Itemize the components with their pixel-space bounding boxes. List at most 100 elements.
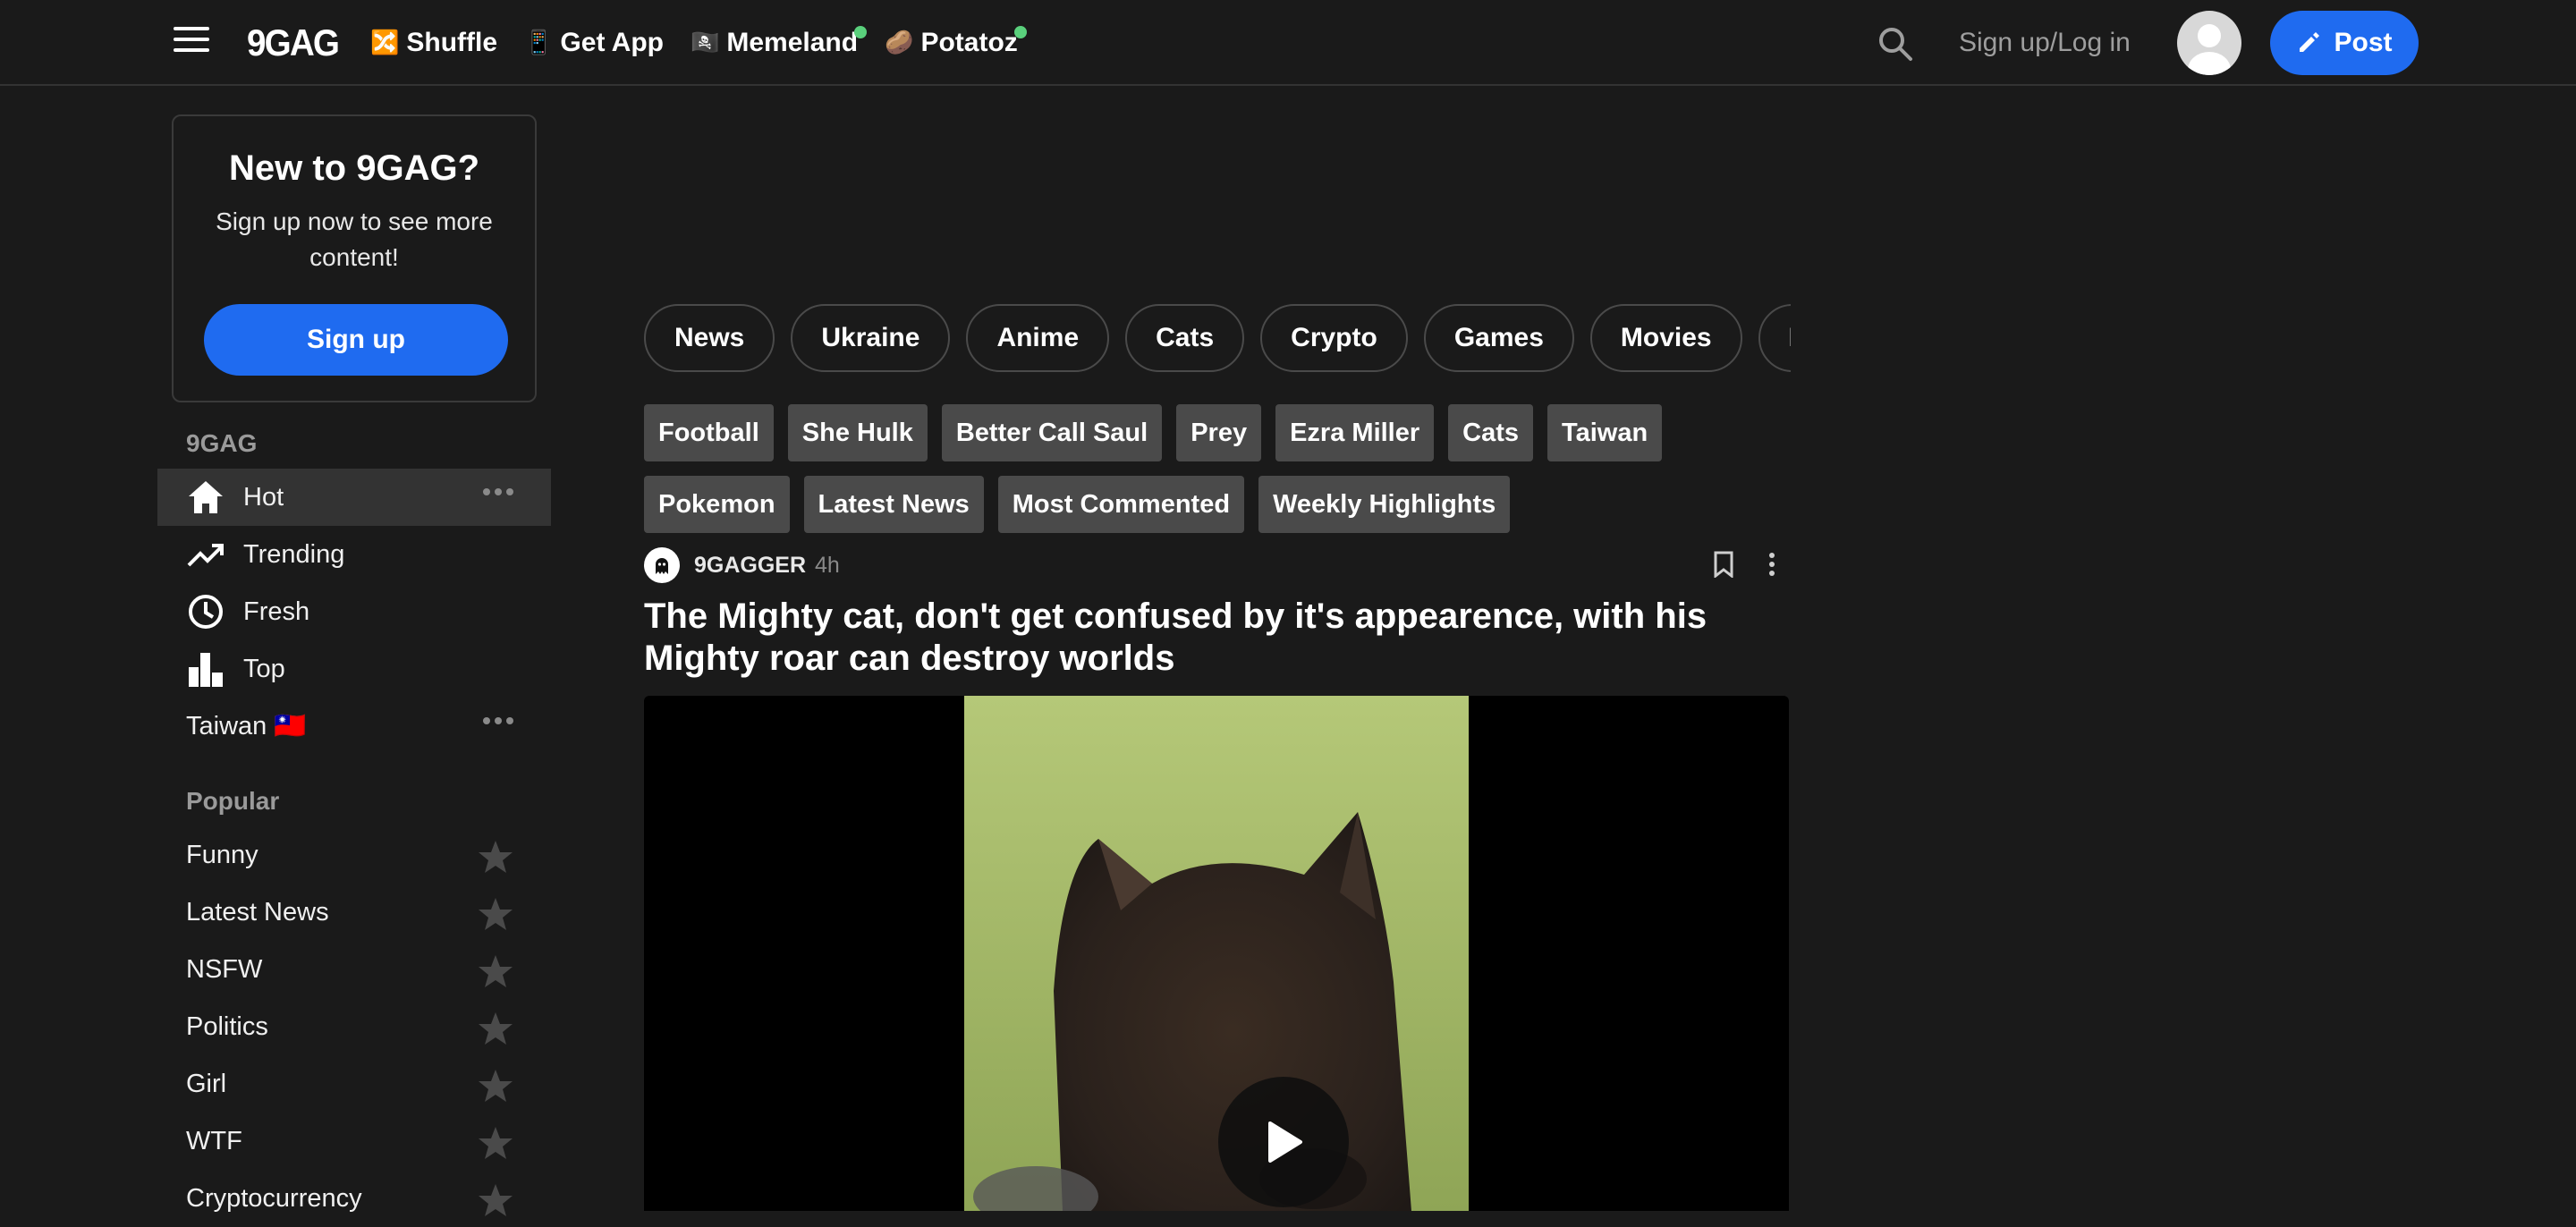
post-time: 4h (815, 552, 840, 578)
category-pill[interactable]: Cats (1125, 304, 1245, 372)
nav-shuffle[interactable]: 🔀 Shuffle (370, 28, 497, 58)
sidebar-item-fresh[interactable]: Fresh (157, 583, 551, 640)
popular-item-label: Girl (186, 1069, 227, 1098)
trending-icon (186, 535, 225, 574)
nav-label: Memeland (726, 28, 859, 57)
signup-title: New to 9GAG? (228, 148, 480, 188)
ghost-avatar-icon[interactable] (644, 547, 680, 583)
category-pill[interactable]: Games (1423, 304, 1574, 372)
video-thumbnail (964, 696, 1469, 1211)
star-icon[interactable] (478, 1068, 513, 1104)
more-options-icon[interactable] (479, 488, 513, 495)
phone-icon: 📱 (524, 30, 554, 56)
potato-icon: 🥔 (885, 30, 914, 56)
video-player[interactable] (644, 696, 1789, 1211)
star-icon[interactable] (478, 1125, 513, 1161)
tag-chip[interactable]: Pokemon (644, 476, 790, 533)
top-nav: 🔀 Shuffle 📱 Get App 🏴‍☠️ Memeland 🥔 Pota… (370, 21, 1045, 64)
shuffle-icon: 🔀 (370, 30, 400, 56)
post-title[interactable]: The Mighty cat, don't get confused by it… (644, 596, 1789, 680)
more-options-icon[interactable] (479, 717, 513, 724)
new-indicator-dot (854, 26, 868, 38)
tag-chip[interactable]: Weekly Highlights (1258, 476, 1511, 533)
signup-subtitle: Sign up now to see more content! (216, 207, 493, 271)
star-icon[interactable] (478, 839, 513, 875)
tag-row-1: Football She Hulk Better Call Saul Prey Ezra… (644, 404, 1676, 461)
post-label: Post (2334, 28, 2393, 57)
sidebar-item-taiwan[interactable]: Taiwan 🇹🇼 (157, 698, 551, 755)
popular-item-label: Funny (186, 840, 258, 869)
tag-chip[interactable]: Cats (1448, 404, 1534, 461)
nav-memeland[interactable]: 🏴‍☠️ Memeland (690, 26, 868, 58)
post-button[interactable]: Post (2270, 11, 2419, 75)
section-label-popular: Popular (186, 787, 280, 815)
star-icon[interactable] (478, 1182, 513, 1218)
popular-item[interactable]: NSFW (157, 941, 551, 998)
star-icon[interactable] (478, 953, 513, 989)
signup-card: New to 9GAG? Sign up now to see more con… (172, 114, 537, 402)
tag-chip[interactable]: Better Call Saul (941, 404, 1163, 461)
nav-label: Get App (560, 28, 664, 57)
play-button[interactable] (1218, 1077, 1349, 1207)
sidebar-item-label: Trending (243, 539, 345, 569)
post-header: 9GAGGER 4h (644, 547, 1789, 583)
play-icon (1268, 1121, 1302, 1163)
popular-item[interactable]: Funny (157, 826, 551, 884)
top-header: 9GAG 🔀 Shuffle 📱 Get App 🏴‍☠️ Memeland 🥔… (0, 0, 2576, 86)
nav-label: Potatoz (920, 28, 1018, 57)
popular-item-label: Latest News (186, 897, 329, 927)
sidebar-item-label: Fresh (243, 597, 310, 626)
popular-item-label: Cryptocurrency (186, 1183, 362, 1213)
tag-chip[interactable]: Latest News (803, 476, 984, 533)
sidebar-item-trending[interactable]: Trending (157, 526, 551, 583)
user-avatar[interactable] (2177, 11, 2241, 75)
popular-item-label: Politics (186, 1011, 268, 1041)
popular-item[interactable]: Cryptocurrency (157, 1170, 551, 1227)
tag-chip[interactable]: Football (644, 404, 774, 461)
category-pill[interactable]: Ukraine (791, 304, 951, 372)
sidebar-item-label: Top (243, 654, 285, 683)
popular-item-label: WTF (186, 1126, 242, 1155)
popular-item[interactable]: Latest News (157, 884, 551, 941)
nav-potatoz[interactable]: 🥔 Potatoz (885, 26, 1027, 58)
sidebar-item-label: Hot (243, 482, 284, 512)
star-icon[interactable] (478, 896, 513, 932)
popular-item[interactable]: Politics (157, 998, 551, 1055)
logo-9gag[interactable]: 9GAG (247, 18, 340, 68)
sidebar-item-label: Taiwan 🇹🇼 (186, 712, 307, 740)
category-pill[interactable]: Anime (966, 304, 1110, 372)
tag-chip[interactable]: She Hulk (787, 404, 928, 461)
signup-login-link[interactable]: Sign up/Log in (1959, 25, 2131, 61)
post-author[interactable]: 9GAGGER (694, 553, 806, 579)
more-vertical-icon[interactable] (1767, 551, 1776, 582)
tag-chip[interactable]: Ezra Miller (1275, 404, 1435, 461)
nav-label: Shuffle (406, 28, 498, 57)
category-pill[interactable]: Lif (1758, 304, 1791, 372)
home-icon (186, 478, 225, 517)
search-icon[interactable] (1877, 25, 1914, 63)
new-indicator-dot (1013, 26, 1027, 38)
tag-chip[interactable]: Prey (1176, 404, 1262, 461)
sidebar-item-hot[interactable]: Hot (157, 469, 551, 526)
bar-chart-icon (186, 649, 225, 689)
bookmark-icon[interactable] (1712, 551, 1735, 582)
popular-item[interactable]: Girl (157, 1055, 551, 1113)
star-icon[interactable] (478, 1011, 513, 1046)
popular-item[interactable]: WTF (157, 1113, 551, 1170)
pencil-icon (2300, 32, 2320, 52)
section-label-9gag: 9GAG (186, 429, 258, 457)
category-pill[interactable]: Crypto (1260, 304, 1408, 372)
nav-get-app[interactable]: 📱 Get App (524, 28, 664, 58)
hamburger-menu-icon[interactable] (174, 27, 209, 57)
pirate-flag-icon: 🏴‍☠️ (690, 30, 720, 56)
category-pill[interactable]: News (644, 304, 775, 372)
tag-row-2: Pokemon Latest News Most Commented Weekly H… (644, 476, 1524, 533)
category-pills: NewsUkraineAnimeCatsCryptoGamesMovies Lif (644, 304, 1791, 372)
tag-chip[interactable]: Most Commented (997, 476, 1245, 533)
sidebar-item-top[interactable]: Top (157, 640, 551, 698)
tag-chip[interactable]: Taiwan (1547, 404, 1663, 461)
clock-icon (186, 592, 225, 631)
signup-button[interactable]: Sign up (204, 304, 508, 376)
popular-item-label: NSFW (186, 954, 263, 984)
category-pill[interactable]: Movies (1589, 304, 1742, 372)
